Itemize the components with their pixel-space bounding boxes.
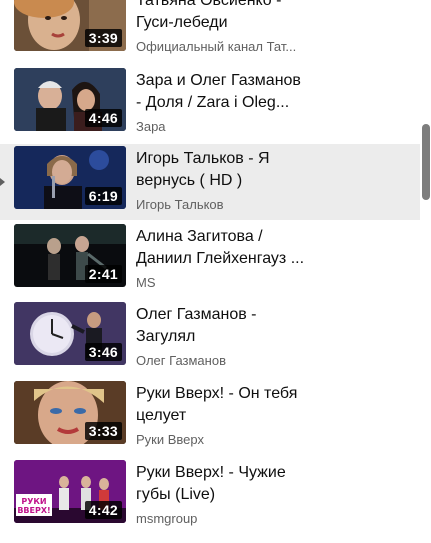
channel-name[interactable]: Игорь Тальков (136, 196, 316, 214)
channel-name[interactable]: Официальный канал Тат... (136, 38, 316, 56)
video-title[interactable]: Алина Загитова / Даниил Глейхенгауз ... (136, 226, 316, 270)
channel-name[interactable]: Олег Газманов (136, 352, 316, 370)
video-duration: 3:39 (84, 29, 122, 47)
channel-name[interactable]: MS (136, 274, 316, 292)
band-logo-text: ВВЕРХ! (17, 506, 50, 515)
playlist-item[interactable]: 3:33 Руки Вверх! - Он тебя целует Руки В… (0, 379, 420, 455)
playlist-item[interactable]: РУКИ ВВЕРХ! 4:42 Руки Вверх! - Чужие губ… (0, 458, 420, 534)
video-thumbnail[interactable]: 6:19 (14, 146, 126, 209)
playlist-panel: 3:39 Татьяна Овсиенко - Гуси-лебеди Офиц… (0, 0, 420, 543)
video-thumbnail[interactable]: 4:46 (14, 68, 126, 131)
playlist-item[interactable]: 4:46 Зара и Олег Газманов - Доля / Zara … (0, 66, 420, 142)
channel-name[interactable]: Зара (136, 118, 316, 136)
playlist-item[interactable]: 3:46 Олег Газманов - Загулял Олег Газман… (0, 300, 420, 376)
video-duration: 6:19 (84, 187, 122, 205)
video-thumbnail[interactable]: 3:39 (14, 0, 126, 51)
band-logo-text: РУКИ (21, 497, 46, 506)
playlist-item-current[interactable]: 6:19 Игорь Тальков - Я вернусь ( HD ) Иг… (0, 144, 420, 220)
video-thumbnail[interactable]: 3:33 (14, 381, 126, 444)
video-title[interactable]: Татьяна Овсиенко - Гуси-лебеди (136, 0, 316, 34)
channel-name[interactable]: Руки Вверх (136, 431, 316, 449)
video-title[interactable]: Руки Вверх! - Он тебя целует (136, 383, 316, 427)
video-thumbnail[interactable]: РУКИ ВВЕРХ! 4:42 (14, 460, 126, 523)
video-duration: 3:33 (84, 422, 122, 440)
playlist-item[interactable]: 3:39 Татьяна Овсиенко - Гуси-лебеди Офиц… (0, 0, 420, 62)
video-duration: 3:46 (84, 343, 122, 361)
play-marker-icon (0, 178, 5, 186)
channel-name[interactable]: msmgroup (136, 510, 316, 528)
video-thumbnail[interactable]: 3:46 (14, 302, 126, 365)
scrollbar-thumb[interactable] (422, 124, 430, 200)
playlist-item[interactable]: 2:41 Алина Загитова / Даниил Глейхенгауз… (0, 222, 420, 298)
video-title[interactable]: Руки Вверх! - Чужие губы (Live) (136, 462, 316, 506)
video-duration: 2:41 (84, 265, 122, 283)
scrollbar[interactable] (420, 0, 431, 543)
video-title[interactable]: Игорь Тальков - Я вернусь ( HD ) (136, 148, 316, 192)
video-title[interactable]: Олег Газманов - Загулял (136, 304, 316, 348)
video-title[interactable]: Зара и Олег Газманов - Доля / Zara i Ole… (136, 70, 316, 114)
video-duration: 4:42 (84, 501, 122, 519)
video-thumbnail[interactable]: 2:41 (14, 224, 126, 287)
video-duration: 4:46 (84, 109, 122, 127)
